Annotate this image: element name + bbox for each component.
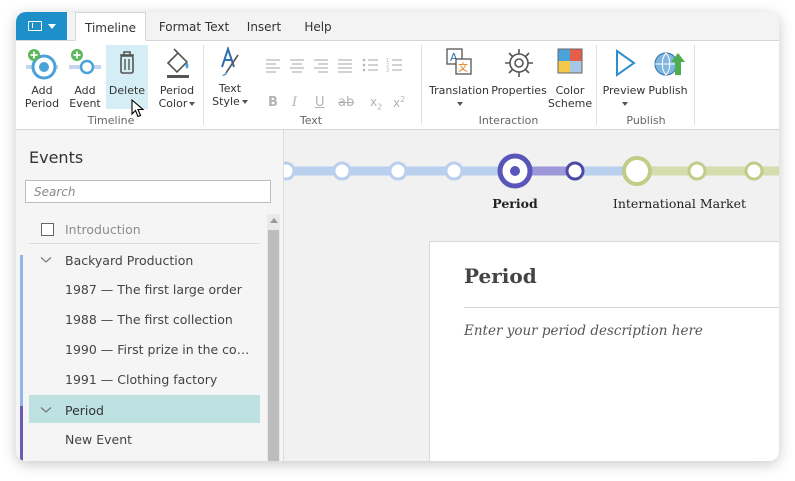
list-item[interactable]: 1991 — Clothing factory	[65, 372, 260, 387]
superscript-icon: x2	[393, 95, 406, 110]
add-event-label-1: Add	[74, 84, 96, 97]
color-scheme-label-2: Scheme	[547, 97, 593, 110]
chevron-down-icon[interactable]	[40, 406, 52, 414]
gear-icon	[505, 49, 533, 77]
timeline-track	[284, 153, 779, 189]
list-item[interactable]: 1987 — The first large order	[65, 282, 260, 297]
tab-timeline[interactable]: Timeline	[75, 12, 146, 41]
svg-text:3: 3	[386, 68, 389, 74]
preview-button[interactable]: Preview	[602, 45, 646, 110]
group-label-publish: Publish	[626, 114, 666, 127]
text-style-icon	[221, 45, 239, 76]
add-period-button[interactable]: Add Period	[22, 45, 62, 110]
ribbon: Add Period Add Event Delete Period Color…	[16, 41, 779, 130]
color-scheme-icon	[557, 48, 583, 74]
event-node	[687, 161, 707, 181]
app-menu-icon	[27, 21, 42, 31]
strikethrough-icon: ab	[338, 95, 355, 110]
globe-upload-icon	[654, 52, 685, 76]
chevron-down-icon	[622, 102, 628, 106]
trash-icon	[120, 51, 134, 74]
list-item[interactable]: 1990 — First prize in the contest	[65, 342, 257, 357]
tab-help[interactable]: Help	[298, 12, 338, 40]
add-event-icon	[69, 49, 101, 75]
timeline-canvas: Period International Market Period Enter…	[284, 130, 779, 461]
chevron-down-icon	[189, 102, 196, 106]
color-scheme-label-1: Color	[555, 84, 585, 97]
underline-icon: U	[315, 95, 325, 110]
group-color-bar	[20, 406, 23, 461]
group-label-text: Text	[299, 114, 323, 127]
list-item[interactable]: 1988 — The first collection	[65, 312, 260, 327]
translation-icon: A 文	[446, 48, 472, 75]
preview-label: Preview	[602, 84, 646, 97]
scrollbar[interactable]	[267, 214, 280, 461]
ribbon-separator	[596, 45, 597, 125]
chevron-down-icon	[241, 100, 248, 104]
period-card[interactable]: Period Enter your period description her…	[429, 241, 779, 461]
events-title: Events	[29, 148, 84, 167]
divider	[29, 243, 260, 244]
period-color-label-2: Color	[158, 97, 188, 110]
add-event-label-2: Event	[69, 97, 101, 110]
ribbon-separator	[421, 45, 422, 125]
chevron-down-icon[interactable]	[40, 256, 52, 264]
period-color-label-1: Period	[159, 84, 195, 97]
scrollbar-thumb[interactable]	[268, 230, 279, 461]
add-period-label-2: Period	[24, 97, 60, 110]
tab-bar: Timeline Format Text Insert Help	[16, 12, 779, 41]
text-style-label-1: Text	[218, 82, 242, 95]
group-label-interaction: Interaction	[478, 114, 539, 127]
add-period-icon	[26, 49, 58, 80]
chevron-down-icon	[47, 23, 56, 29]
scroll-up-icon[interactable]	[270, 218, 278, 223]
list-item[interactable]: Introduction	[65, 222, 255, 237]
card-description[interactable]: Enter your period description here	[464, 323, 703, 339]
timeline-label-international-market[interactable]: International Market	[602, 196, 757, 211]
app-menu-button[interactable]	[16, 12, 67, 40]
properties-button[interactable]: Properties	[491, 45, 547, 97]
chevron-down-icon	[457, 102, 463, 106]
delete-label: Delete	[108, 84, 146, 97]
search-input[interactable]	[25, 180, 271, 203]
event-node	[744, 161, 764, 181]
text-style-button[interactable]: Text Style	[210, 45, 250, 108]
ribbon-separator	[694, 45, 695, 125]
add-period-label-1: Add	[31, 84, 53, 97]
list-item-group[interactable]: Period	[65, 403, 255, 418]
text-style-label-2: Style	[212, 95, 240, 108]
tab-format-text[interactable]: Format Text	[154, 12, 234, 40]
publish-label: Publish	[648, 84, 688, 97]
event-node	[565, 161, 585, 181]
timeline-label-period[interactable]: Period	[470, 196, 560, 211]
add-event-button[interactable]: Add Event	[66, 45, 104, 110]
card-title[interactable]: Period	[464, 264, 537, 288]
properties-label: Properties	[491, 84, 547, 97]
app-window: Timeline Format Text Insert Help Add Per…	[16, 12, 779, 461]
svg-text:文: 文	[458, 61, 468, 74]
publish-button[interactable]: Publish	[646, 45, 690, 97]
divider	[464, 307, 779, 308]
group-label-timeline: Timeline	[87, 114, 135, 127]
bold-icon: B	[268, 95, 278, 110]
play-icon	[616, 49, 636, 77]
paint-bucket-icon	[166, 48, 189, 78]
translation-button[interactable]: A 文 Translation	[428, 45, 490, 110]
events-panel: Events Introduction Backyard Production …	[16, 130, 284, 461]
ribbon-separator	[203, 45, 204, 125]
list-item-group[interactable]: Backyard Production	[65, 253, 255, 268]
list-item[interactable]: New Event	[65, 432, 255, 447]
period-node	[622, 156, 652, 186]
color-scheme-button[interactable]: Color Scheme	[547, 45, 593, 110]
period-color-button[interactable]: Period Color	[156, 45, 198, 110]
group-color-bar	[20, 255, 23, 406]
translation-label: Translation	[429, 84, 489, 97]
checkbox[interactable]	[41, 223, 54, 236]
italic-icon: I	[292, 95, 298, 110]
subscript-icon: x2	[370, 95, 383, 112]
tab-insert[interactable]: Insert	[242, 12, 286, 40]
